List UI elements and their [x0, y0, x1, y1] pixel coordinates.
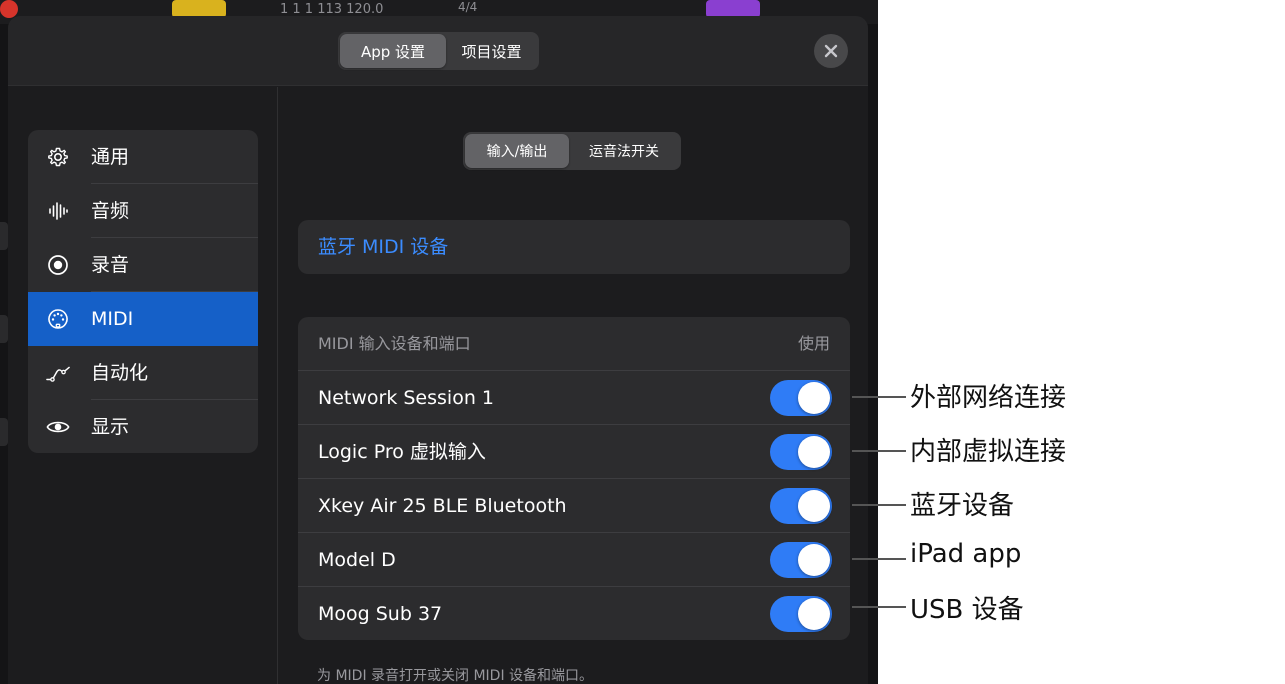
record-icon	[46, 253, 70, 277]
midi-device-row: Model D	[298, 532, 850, 586]
sidebar-item-label: 显示	[91, 416, 130, 438]
callout-leader-line	[852, 606, 906, 608]
midi-device-name: Model D	[318, 549, 396, 571]
close-button[interactable]	[814, 34, 848, 68]
sidebar-item-general[interactable]: 通用	[28, 130, 258, 184]
time-signature: 4/4	[458, 0, 478, 14]
tab-app-settings[interactable]: App 设置	[340, 34, 446, 68]
modal-header: App 设置 项目设置	[8, 16, 868, 86]
bluetooth-midi-devices-label: 蓝牙 MIDI 设备	[318, 236, 449, 258]
midi-list-title: MIDI 输入设备和端口	[318, 334, 471, 353]
midi-device-toggle[interactable]	[770, 542, 832, 578]
settings-sidebar: 通用 音频 录音 MIDI 自动化 显示	[8, 87, 278, 684]
callout-leader-line	[852, 396, 906, 398]
midi-device-row: Moog Sub 37	[298, 586, 850, 640]
midi-port-icon	[46, 307, 70, 331]
toggle-knob	[798, 490, 830, 522]
midi-settings-content: 输入/输出 运音法开关 蓝牙 MIDI 设备 MIDI 输入设备和端口 使用 N…	[279, 87, 868, 684]
settings-scope-segmented-control: App 设置 项目设置	[338, 32, 539, 70]
toggle-knob	[798, 382, 830, 414]
background-track-strip	[0, 222, 8, 250]
midi-device-toggle[interactable]	[770, 488, 832, 524]
midi-device-row: Network Session 1	[298, 370, 850, 424]
midi-input-devices-list: MIDI 输入设备和端口 使用 Network Session 1 Logic …	[298, 317, 850, 640]
midi-device-name: Network Session 1	[318, 387, 494, 409]
midi-device-toggle[interactable]	[770, 380, 832, 416]
close-icon	[824, 44, 838, 58]
sidebar-item-audio[interactable]: 音频	[28, 184, 258, 238]
callout-bluetooth-device: 蓝牙设备	[910, 491, 1015, 521]
sidebar-item-label: 录音	[91, 254, 130, 276]
toggle-knob	[798, 544, 830, 576]
screenshot-stage: 1 1 1 113 120.0 4/4 App 设置 项目设置 通用 音频 录音…	[0, 0, 1285, 684]
toggle-knob	[798, 436, 830, 468]
callout-leader-line	[852, 450, 906, 452]
callout-ipad-app: iPad app	[910, 539, 1022, 569]
midi-device-name: Logic Pro 虚拟输入	[318, 441, 486, 463]
midi-footnote: 为 MIDI 录音打开或关闭 MIDI 设备和端口。	[317, 668, 594, 684]
sidebar-item-automation[interactable]: 自动化	[28, 346, 258, 400]
sidebar-item-label: 通用	[91, 146, 130, 168]
midi-list-use-header: 使用	[797, 334, 830, 353]
callout-leader-line	[852, 504, 906, 506]
gear-icon	[46, 145, 70, 169]
midi-device-toggle[interactable]	[770, 434, 832, 470]
callout-leader-line	[852, 558, 906, 560]
automation-curve-icon	[46, 361, 70, 385]
background-track-strip	[0, 418, 8, 446]
bluetooth-midi-devices-button[interactable]: 蓝牙 MIDI 设备	[298, 220, 850, 274]
midi-device-row: Xkey Air 25 BLE Bluetooth	[298, 478, 850, 532]
settings-modal: App 设置 项目设置 通用 音频 录音 MIDI 自动化 显示 输入/输出 运…	[8, 16, 868, 684]
tab-input-output[interactable]: 输入/输出	[465, 134, 569, 168]
sidebar-item-recording[interactable]: 录音	[28, 238, 258, 292]
sidebar-item-label: MIDI	[91, 308, 134, 330]
background-track-strip	[0, 315, 8, 343]
sidebar-list: 通用 音频 录音 MIDI 自动化 显示	[28, 130, 258, 453]
midi-device-name: Xkey Air 25 BLE Bluetooth	[318, 495, 567, 517]
midi-subtab-segmented-control: 输入/输出 运音法开关	[463, 132, 681, 170]
callout-internal-virtual: 内部虚拟连接	[910, 437, 1067, 467]
waveform-icon	[46, 199, 70, 223]
eye-icon	[46, 415, 70, 439]
sidebar-item-label: 音频	[91, 200, 130, 222]
toggle-knob	[798, 598, 830, 630]
sidebar-item-label: 自动化	[91, 362, 149, 384]
sidebar-item-display[interactable]: 显示	[28, 400, 258, 453]
midi-device-name: Moog Sub 37	[318, 603, 443, 625]
tab-chase-switch[interactable]: 运音法开关	[569, 134, 679, 168]
tab-project-settings[interactable]: 项目设置	[446, 34, 537, 68]
midi-list-header: MIDI 输入设备和端口 使用	[298, 317, 850, 370]
callout-usb-device: USB 设备	[910, 595, 1024, 625]
midi-device-toggle[interactable]	[770, 596, 832, 632]
sidebar-item-midi[interactable]: MIDI	[28, 292, 258, 346]
midi-device-row: Logic Pro 虚拟输入	[298, 424, 850, 478]
callout-external-network: 外部网络连接	[910, 383, 1067, 413]
position-readout: 1 1 1 113 120.0	[280, 2, 384, 17]
